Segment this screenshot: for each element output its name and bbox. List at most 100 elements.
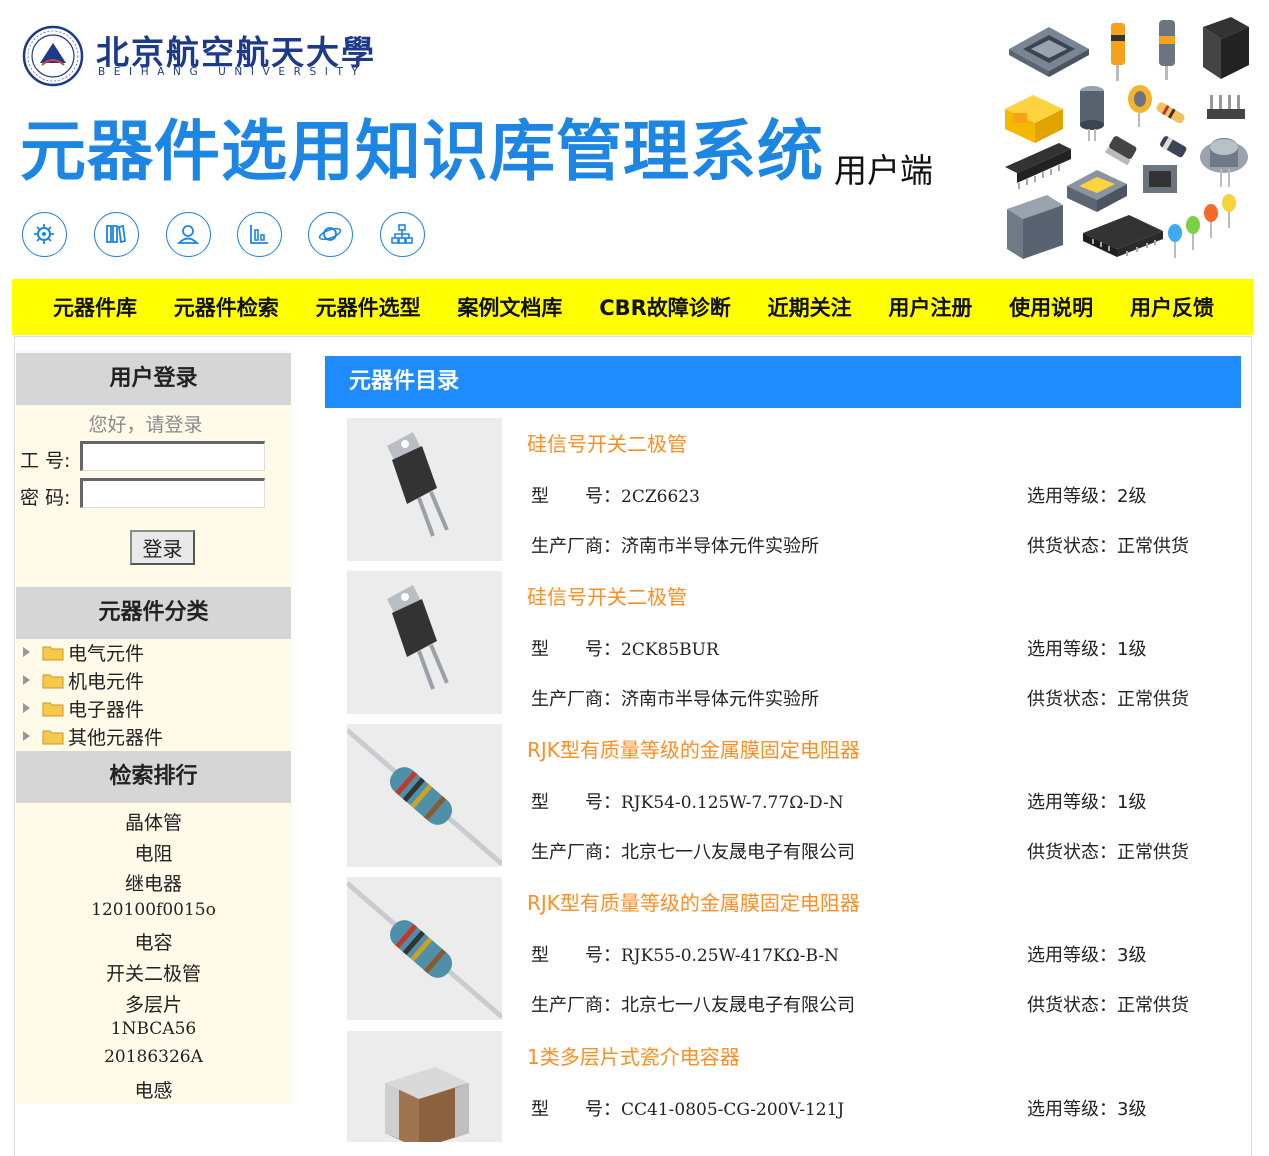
nav-case-documents[interactable]: 案例文档库	[457, 292, 562, 322]
password-label: 密 码:	[20, 487, 71, 509]
capacitor-icon[interactable]	[347, 1031, 502, 1142]
nav-user-register[interactable]: 用户注册	[888, 292, 972, 322]
nav-instructions[interactable]: 使用说明	[1009, 292, 1093, 322]
item-maker: 生产厂商：济南市半导体元件实验所	[531, 685, 819, 711]
supply-label: 供货状态：	[1027, 689, 1117, 710]
planet-icon[interactable]	[308, 212, 353, 257]
catalog-item: RJK型有质量等级的金属膜固定电阻器 型 号：RJK54-0.125W-7.77…	[347, 724, 1242, 867]
grade-value: 3级	[1117, 1099, 1147, 1120]
employee-id-label: 工 号:	[20, 450, 71, 472]
nav-component-library[interactable]: 元器件库	[53, 292, 137, 322]
nav-component-search[interactable]: 元器件检索	[174, 292, 279, 322]
expand-arrow-icon[interactable]	[23, 647, 30, 657]
category-label: 电气元件	[68, 642, 145, 665]
catalog-item: RJK型有质量等级的金属膜固定电阻器 型 号：RJK55-0.25W-417KΩ…	[347, 877, 1242, 1020]
maker-label: 生产厂商：	[531, 689, 621, 710]
ranking-item[interactable]: 继电器	[16, 869, 291, 896]
model-label: 型 号：	[531, 945, 621, 966]
expand-arrow-icon[interactable]	[23, 675, 30, 685]
model-value: CC41-0805-CG-200V-121J	[621, 1100, 845, 1120]
model-label: 型 号：	[531, 486, 621, 507]
category-other[interactable]: 其他元器件	[23, 723, 163, 749]
folder-icon	[42, 702, 64, 716]
catalog-heading: 元器件目录	[325, 356, 1241, 408]
login-button[interactable]: 登录	[130, 530, 195, 565]
folder-icon	[42, 646, 64, 660]
model-label: 型 号：	[531, 792, 621, 813]
category-label: 其他元器件	[68, 726, 164, 749]
item-supply: 供货状态：正常供货	[1027, 685, 1189, 711]
grade-value: 2级	[1117, 486, 1147, 507]
grade-label: 选用等级：	[1027, 945, 1117, 966]
ranking-item[interactable]: 电容	[16, 928, 291, 955]
gear-icon[interactable]	[22, 212, 67, 257]
item-grade: 选用等级：1级	[1027, 635, 1146, 661]
supply-label: 供货状态：	[1027, 995, 1117, 1016]
model-value: 2CK85BUR	[621, 640, 719, 660]
org-chart-icon[interactable]	[380, 212, 425, 257]
university-name-en: BEIHANG UNIVERSITY	[98, 66, 367, 78]
model-label: 型 号：	[531, 639, 621, 660]
item-grade: 选用等级：2级	[1027, 482, 1146, 508]
user-icon[interactable]	[166, 212, 211, 257]
item-maker: 生产厂商：北京七一八友晟电子有限公司	[531, 838, 855, 864]
ranking-item[interactable]: 20186326A	[16, 1047, 291, 1067]
category-electronic[interactable]: 电子器件	[23, 695, 144, 721]
nav-cbr-diagnosis[interactable]: CBR故障诊断	[599, 292, 731, 322]
ranking-item[interactable]: 1NBCA56	[16, 1019, 291, 1039]
grade-value: 1级	[1117, 639, 1147, 660]
model-value: RJK54-0.125W-7.77Ω-D-N	[621, 793, 844, 813]
ranking-item[interactable]: 多层片	[16, 990, 291, 1017]
supply-value: 正常供货	[1117, 995, 1189, 1016]
login-greeting: 您好，请登录	[88, 414, 203, 436]
model-label: 型 号：	[531, 1099, 621, 1120]
item-grade: 选用等级：1级	[1027, 788, 1146, 814]
item-model: 型 号：CC41-0805-CG-200V-121J	[531, 1095, 844, 1121]
maker-label: 生产厂商：	[531, 842, 621, 863]
item-title[interactable]: 硅信号开关二极管	[527, 581, 687, 610]
folder-icon	[42, 674, 64, 688]
maker-label: 生产厂商：	[531, 536, 621, 557]
item-supply: 供货状态：正常供货	[1027, 991, 1189, 1017]
diode-icon[interactable]	[347, 571, 502, 714]
model-value: RJK55-0.25W-417KΩ-B-N	[621, 946, 839, 966]
grade-label: 选用等级：	[1027, 486, 1117, 507]
grade-label: 选用等级：	[1027, 792, 1117, 813]
item-model: 型 号：2CZ6623	[531, 482, 700, 508]
password-input[interactable]	[80, 478, 265, 508]
nav-user-feedback[interactable]: 用户反馈	[1130, 292, 1214, 322]
category-electrical[interactable]: 电气元件	[23, 639, 144, 665]
item-title[interactable]: 硅信号开关二极管	[527, 428, 687, 457]
item-title[interactable]: RJK型有质量等级的金属膜固定电阻器	[527, 734, 860, 763]
item-maker: 生产厂商：北京七一八友晟电子有限公司	[531, 991, 855, 1017]
employee-id-input[interactable]	[80, 441, 265, 471]
expand-arrow-icon[interactable]	[23, 731, 30, 741]
ranking-item[interactable]: 开关二极管	[16, 959, 291, 986]
diode-icon[interactable]	[347, 418, 502, 561]
ranking-item[interactable]: 晶体管	[16, 808, 291, 835]
chart-icon[interactable]	[237, 212, 282, 257]
nav-recent-focus[interactable]: 近期关注	[768, 292, 852, 322]
resistor-icon[interactable]	[347, 877, 502, 1020]
grade-label: 选用等级：	[1027, 1099, 1117, 1120]
ranking-heading: 检索排行	[16, 751, 291, 803]
catalog-item: 硅信号开关二极管 型 号：2CZ6623 生产厂商：济南市半导体元件实验所 选用…	[347, 418, 1242, 561]
ranking-item[interactable]: 电阻	[16, 839, 291, 866]
category-electromechanical[interactable]: 机电元件	[23, 667, 144, 693]
books-icon[interactable]	[94, 212, 139, 257]
electronic-components-illustration	[1005, 17, 1249, 259]
item-maker: 生产厂商：济南市半导体元件实验所	[531, 532, 819, 558]
expand-arrow-icon[interactable]	[23, 703, 30, 713]
maker-label: 生产厂商：	[531, 995, 621, 1016]
item-title[interactable]: 1类多层片式瓷介电容器	[527, 1041, 740, 1070]
supply-label: 供货状态：	[1027, 842, 1117, 863]
nav-component-selection[interactable]: 元器件选型	[316, 292, 421, 322]
item-title[interactable]: RJK型有质量等级的金属膜固定电阻器	[527, 887, 860, 916]
maker-value: 济南市半导体元件实验所	[621, 536, 819, 557]
resistor-icon[interactable]	[347, 724, 502, 867]
ranking-item[interactable]: 电感	[16, 1076, 291, 1103]
main-nav-bar: 元器件库 元器件检索 元器件选型 案例文档库 CBR故障诊断 近期关注 用户注册…	[12, 279, 1254, 335]
maker-value: 北京七一八友晟电子有限公司	[621, 995, 855, 1016]
ranking-item[interactable]: 120100f0015o	[16, 900, 291, 920]
supply-value: 正常供货	[1117, 536, 1189, 557]
